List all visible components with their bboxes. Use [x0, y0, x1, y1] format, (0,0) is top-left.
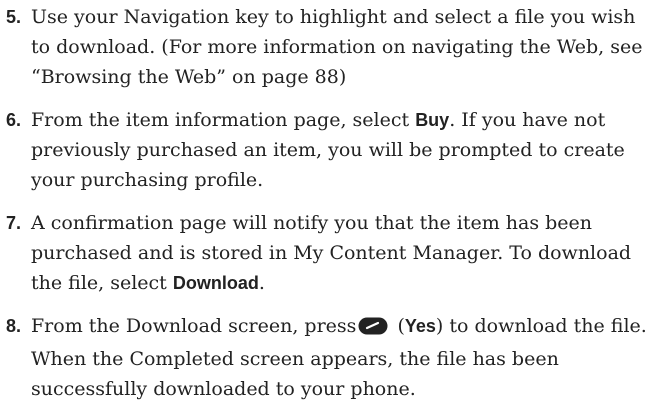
paren-open: (: [391, 315, 405, 337]
step-number: 8.: [6, 316, 22, 336]
step-5: 5. Use your Navigation key to highlight …: [6, 2, 658, 92]
step-text-after: .: [258, 272, 265, 294]
softkey-icon: [358, 314, 388, 344]
manual-page: 5. Use your Navigation key to highlight …: [0, 0, 664, 403]
step-6: 6. From the item information page, selec…: [6, 105, 658, 195]
step-number: 7.: [6, 213, 22, 233]
yes-option: Yes: [404, 316, 436, 336]
download-option: Download: [172, 273, 259, 293]
step-text-before: From the Download screen, press: [31, 315, 357, 337]
step-7: 7. A confirmation page will notify you t…: [6, 208, 658, 298]
step-text-before: From the item information page, select: [31, 109, 416, 131]
step-number: 5.: [6, 7, 22, 27]
buy-option: Buy: [415, 110, 450, 130]
step-text: Use your Navigation key to highlight and…: [31, 6, 643, 88]
step-8: 8. From the Download screen, press (Yes)…: [6, 311, 658, 404]
step-text-before: A confirmation page will notify you that…: [31, 212, 632, 294]
step-number: 6.: [6, 110, 22, 130]
